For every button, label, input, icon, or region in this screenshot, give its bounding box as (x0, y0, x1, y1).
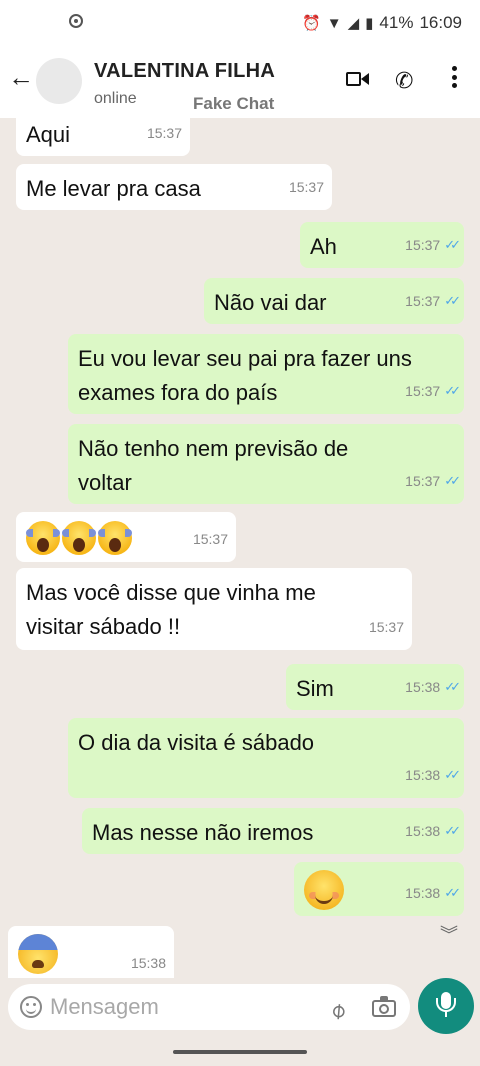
chat-area[interactable]: Aqui 15:37 Me levar pra casa 15:37 Ah 15… (0, 118, 480, 978)
message-text: Não tenho nem previsão de voltar (78, 436, 349, 495)
read-ticks-icon: ✓✓ (444, 237, 461, 252)
message-time: 15:38 (130, 955, 166, 971)
chat-header: ← VALENTINA FILHA online Fake Chat ✆ (0, 46, 480, 118)
message-text: Me levar pra casa (26, 176, 201, 201)
smiling-face-icon (304, 870, 344, 910)
message-time: 15:37 (405, 237, 441, 253)
back-arrow-icon[interactable]: ← (8, 64, 34, 90)
message-time: 15:37 (288, 179, 324, 195)
message-time: 15:37 (405, 383, 441, 399)
message-time: 15:37 (146, 125, 182, 141)
read-ticks-icon: ✓✓ (444, 885, 461, 900)
message-bubble[interactable]: Sim 15:38 ✓✓ (286, 664, 464, 710)
message-time: 15:38 (405, 823, 441, 839)
video-call-icon[interactable] (346, 70, 370, 88)
emoji-icon[interactable] (20, 996, 42, 1018)
message-text: Mas nesse não iremos (92, 820, 314, 845)
screaming-face-icon (62, 521, 96, 556)
avatar[interactable] (36, 58, 82, 104)
message-time: 15:38 (405, 767, 441, 783)
screaming-face-icon (26, 521, 60, 556)
mic-icon (436, 992, 456, 1012)
message-bubble[interactable]: Eu vou levar seu pai pra fazer uns exame… (68, 334, 464, 414)
screaming-face-icon (98, 521, 132, 556)
wifi-icon: ▼ (326, 14, 342, 32)
message-time: 15:38 (405, 679, 441, 695)
read-ticks-icon: ✓✓ (444, 383, 461, 398)
camera-icon[interactable] (372, 996, 396, 1017)
message-text: O dia da visita é sábado (78, 730, 315, 755)
battery-icon: ▮ (365, 15, 374, 32)
scroll-down-icon[interactable]: ︾ (436, 922, 462, 948)
read-ticks-icon: ✓✓ (444, 823, 461, 838)
message-bubble[interactable]: 15:38 ✓✓ (294, 862, 464, 916)
message-bubble[interactable]: Não tenho nem previsão de voltar 15:37 ✓✓ (68, 424, 464, 504)
message-bubble[interactable]: Me levar pra casa 15:37 (16, 164, 332, 210)
clock: 16:09 (419, 13, 462, 32)
message-text: Eu vou levar seu pai pra fazer uns exame… (78, 346, 412, 405)
contact-status: online (94, 90, 137, 107)
sync-icon (69, 14, 83, 28)
read-ticks-icon: ✓✓ (444, 293, 461, 308)
message-time: 15:37 (405, 473, 441, 489)
attach-icon[interactable]: ⌀ (324, 989, 359, 1024)
phone-icon[interactable]: ✆ (395, 68, 419, 93)
message-time: 15:37 (192, 531, 228, 547)
signal-icon: ◢ (347, 15, 360, 32)
battery-level: 41% (379, 13, 414, 32)
message-time: 15:37 (405, 293, 441, 309)
composer: Mensagem ⌀ (0, 978, 480, 1036)
message-time: 15:37 (368, 619, 404, 635)
message-bubble[interactable]: Aqui 15:37 (16, 118, 190, 156)
alarm-icon: ⏰ (302, 15, 321, 32)
system-nav-bar (0, 1036, 480, 1066)
message-placeholder[interactable]: Mensagem (50, 994, 159, 1020)
watermark: Fake Chat (193, 94, 275, 113)
message-bubble[interactable]: Não vai dar 15:37 ✓✓ (204, 278, 464, 324)
message-bubble[interactable]: Mas você disse que vinha me visitar sába… (16, 568, 412, 650)
status-bar: ⏰ ▼ ◢ ▮ 41% 16:09 (0, 0, 480, 46)
message-text: Mas você disse que vinha me visitar sába… (26, 580, 316, 639)
message-bubble[interactable]: Ah 15:37 ✓✓ (300, 222, 464, 268)
mic-button[interactable] (418, 978, 474, 1034)
read-ticks-icon: ✓✓ (444, 767, 461, 782)
status-right: ⏰ ▼ ◢ ▮ 41% 16:09 (302, 13, 462, 33)
message-time: 15:38 (405, 885, 441, 901)
message-bubble[interactable]: 15:38 (8, 926, 174, 978)
read-ticks-icon: ✓✓ (444, 679, 461, 694)
menu-icon[interactable] (452, 66, 458, 90)
message-input[interactable]: Mensagem ⌀ (8, 984, 410, 1030)
contact-name[interactable]: VALENTINA FILHA (94, 60, 275, 83)
read-ticks-icon: ✓✓ (444, 473, 461, 488)
fearful-face-icon (18, 934, 58, 974)
message-bubble[interactable]: Mas nesse não iremos 15:38 ✓✓ (82, 808, 464, 854)
message-bubble[interactable]: 15:37 (16, 512, 236, 562)
message-bubble[interactable]: O dia da visita é sábado 15:38 ✓✓ (68, 718, 464, 798)
home-gesture-bar[interactable] (173, 1050, 307, 1054)
